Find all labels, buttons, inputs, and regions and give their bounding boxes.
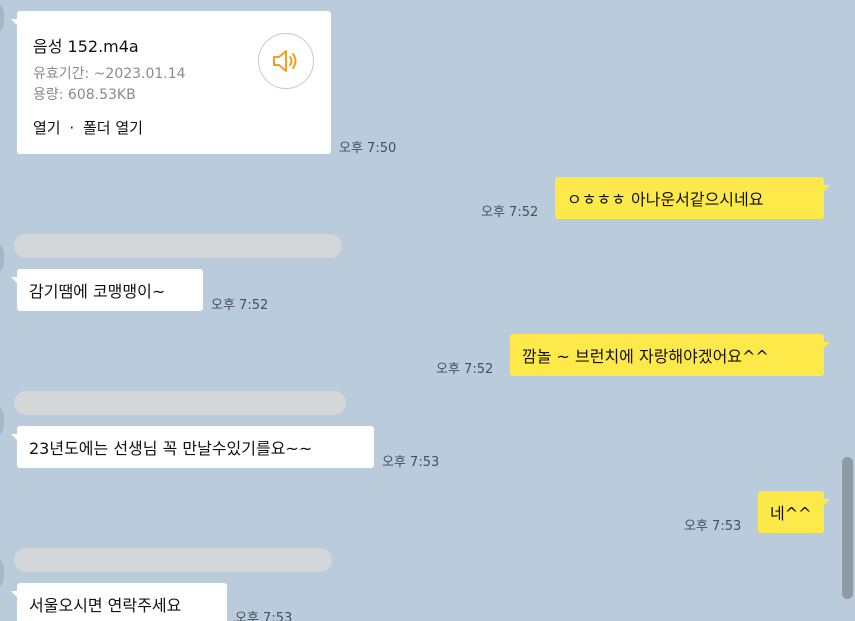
message-time: 오후 7:50 (339, 141, 397, 156)
scrollbar-track[interactable] (839, 0, 855, 621)
file-name: 음성 152.m4a (33, 37, 139, 56)
file-expiry: 유효기간: ~2023.01.14 (33, 66, 186, 82)
sender-avatar[interactable] (0, 555, 4, 591)
sender-name-redacted (14, 391, 346, 415)
message-time: 오후 7:53 (382, 455, 440, 470)
incoming-message-bubble[interactable]: 23년도에는 선생님 꼭 만날수있기를요~~ (11, 426, 374, 468)
open-file-link[interactable]: 열기 (33, 119, 61, 137)
sender-name-redacted (14, 234, 342, 258)
message-time: 오후 7:53 (684, 519, 742, 534)
sender-avatar[interactable] (0, 240, 4, 276)
message-time: 오후 7:52 (211, 298, 269, 313)
outgoing-message-bubble[interactable]: ㅇㅎㅎㅎ 아나운서같으시네요 (555, 177, 830, 219)
incoming-message-bubble[interactable]: 서울오시면 연락주세요 (11, 583, 227, 621)
scrollbar-thumb[interactable] (842, 457, 853, 599)
chat-window: 음성 152.m4a 유효기간: ~2023.01.14 용량: 608.53K… (0, 0, 855, 621)
sender-avatar[interactable] (0, 403, 4, 439)
message-time: 오후 7:52 (436, 362, 494, 377)
outgoing-message-bubble[interactable]: 깜놀 ~ 브런치에 자랑해야겠어요^^ (510, 334, 830, 376)
audio-play-button[interactable] (258, 33, 314, 89)
sender-name-redacted (14, 548, 332, 572)
open-folder-link[interactable]: 폴더 열기 (83, 119, 143, 137)
action-separator: · (69, 119, 75, 137)
file-message-card[interactable]: 음성 152.m4a 유효기간: ~2023.01.14 용량: 608.53K… (11, 11, 331, 154)
sender-avatar[interactable] (0, 0, 4, 36)
file-size: 용량: 608.53KB (33, 87, 136, 103)
message-time: 오후 7:52 (481, 205, 539, 220)
speaker-icon (273, 50, 297, 72)
message-time: 오후 7:53 (235, 611, 293, 621)
incoming-message-bubble[interactable]: 감기땜에 코맹맹이~ (11, 269, 203, 311)
outgoing-message-bubble[interactable]: 네^^ (758, 491, 830, 533)
file-actions: 열기 · 폴더 열기 (33, 117, 143, 138)
